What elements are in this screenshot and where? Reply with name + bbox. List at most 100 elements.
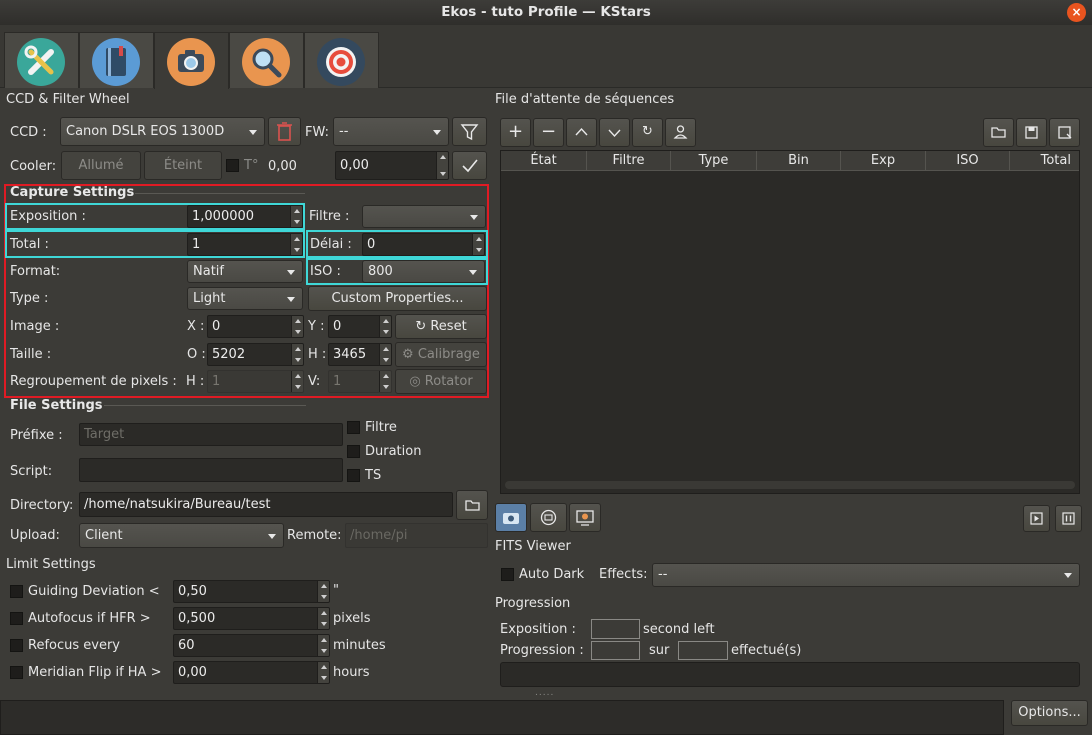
temperature-setpoint-input[interactable]: 0,00 [335, 151, 449, 180]
refocus-checkbox[interactable] [10, 639, 23, 652]
options-button[interactable]: Options... [1011, 700, 1088, 726]
timestamp-checkbox[interactable] [347, 469, 360, 482]
play-icon [1030, 512, 1043, 525]
autofocus-hfr-input[interactable]: 0,500 [173, 607, 330, 630]
filter-name-checkbox[interactable] [347, 421, 360, 434]
total-label: Total : [10, 237, 49, 252]
iso-select[interactable]: 800 [362, 260, 485, 283]
meridian-flip-checkbox[interactable] [10, 666, 23, 679]
duration-checkbox[interactable] [347, 445, 360, 458]
capture-settings-title: Capture Settings [10, 185, 135, 200]
script-input[interactable] [79, 458, 343, 482]
bin-h-label: H : [186, 374, 205, 389]
upload-label: Upload: [10, 528, 60, 543]
start-sequence-button[interactable] [1023, 505, 1050, 532]
folder-icon [465, 500, 480, 511]
add-job-button[interactable]: + [500, 118, 531, 147]
rotator-button[interactable]: ◎ Rotator [395, 369, 487, 394]
preview-view-button[interactable] [495, 503, 527, 532]
x-input[interactable]: 0 [207, 315, 304, 338]
sequence-queue-table[interactable]: État Filtre Type Bin Exp ISO Total [500, 150, 1080, 494]
move-job-down-button[interactable] [599, 118, 630, 147]
video-loop-icon [540, 509, 557, 526]
bin-h-input[interactable]: 1 [207, 370, 304, 393]
column-exposure[interactable]: Exp [841, 151, 926, 171]
progress-bar [500, 662, 1080, 687]
capture-settings-separator [135, 193, 305, 194]
target-icon [317, 38, 365, 86]
upload-select[interactable]: Client [79, 523, 284, 548]
tab-scheduler[interactable] [79, 32, 154, 88]
effects-select[interactable]: -- [652, 563, 1080, 587]
height-input[interactable]: 3465 [328, 343, 392, 366]
refocus-input[interactable]: 60 [173, 634, 330, 657]
save-sequence-button[interactable] [1016, 118, 1047, 147]
meridian-flip-input[interactable]: 0,00 [173, 661, 330, 684]
temperature-checkbox[interactable] [226, 159, 239, 172]
delay-input[interactable]: 0 [362, 233, 485, 256]
horizontal-scrollbar[interactable] [505, 481, 1075, 489]
autofocus-hfr-unit: pixels [333, 611, 371, 626]
frame-type-select[interactable]: Light [187, 287, 303, 310]
column-type[interactable]: Type [671, 151, 757, 171]
filter-settings-button[interactable] [452, 117, 487, 146]
guiding-deviation-checkbox[interactable] [10, 585, 23, 598]
move-job-up-button[interactable] [566, 118, 597, 147]
remote-viewer-button[interactable] [569, 503, 601, 532]
bin-v-label: V: [308, 374, 321, 389]
reset-jobs-button[interactable]: ↻ [632, 118, 663, 147]
total-input[interactable]: 1 [187, 233, 303, 256]
browse-directory-button[interactable] [456, 490, 488, 520]
delete-ccd-button[interactable] [268, 117, 301, 146]
progress-label: Progression : [500, 643, 584, 658]
save-sequence-as-button[interactable] [1049, 118, 1080, 147]
width-label: O : [187, 347, 206, 362]
sequence-queue-title: File d'attente de séquences [495, 92, 675, 107]
tab-guide[interactable] [304, 32, 379, 88]
observer-button[interactable] [665, 118, 696, 147]
tab-capture[interactable] [154, 32, 229, 89]
ccd-select[interactable]: Canon DSLR EOS 1300D [60, 117, 265, 146]
auto-dark-checkbox[interactable] [501, 568, 514, 581]
column-filter[interactable]: Filtre [587, 151, 671, 171]
guiding-deviation-input[interactable]: 0,50 [173, 580, 330, 603]
fw-select[interactable]: -- [333, 117, 449, 146]
column-status[interactable]: État [501, 151, 587, 171]
tab-focus[interactable] [229, 32, 304, 88]
checkmark-icon [462, 159, 478, 173]
cooler-off-button[interactable]: Éteint [144, 151, 222, 180]
x-label: X : [187, 319, 205, 334]
total-frames-value [678, 641, 728, 660]
tab-setup[interactable] [4, 32, 79, 88]
close-window-button[interactable]: × [1067, 3, 1086, 22]
cooler-on-button[interactable]: Allumé [61, 151, 141, 180]
exposure-input[interactable]: 1,000000 [187, 205, 303, 228]
calibration-button[interactable]: ⚙ Calibrage [395, 342, 487, 367]
splitter-handle[interactable]: ..... [535, 688, 554, 698]
bin-v-input[interactable]: 1 [328, 370, 392, 393]
column-iso[interactable]: ISO [926, 151, 1010, 171]
prefix-input[interactable]: Target [79, 423, 343, 446]
prefix-label: Préfixe : [10, 428, 63, 443]
directory-input[interactable]: /home/natsukira/Bureau/test [79, 492, 453, 517]
pause-sequence-button[interactable] [1055, 505, 1082, 532]
remove-job-button[interactable]: − [533, 118, 564, 147]
autofocus-hfr-checkbox[interactable] [10, 612, 23, 625]
apply-temperature-button[interactable] [452, 151, 487, 180]
column-total[interactable]: Total [1010, 151, 1079, 171]
remote-directory-input[interactable]: /home/pi [345, 523, 488, 548]
filter-select[interactable] [362, 205, 486, 228]
open-sequence-button[interactable] [983, 118, 1014, 147]
size-label: Taille : [10, 347, 52, 362]
y-input[interactable]: 0 [328, 315, 392, 338]
refresh-icon: ↻ [642, 124, 653, 139]
duration-label: Duration [365, 444, 422, 459]
live-video-button[interactable] [530, 503, 567, 532]
reset-button[interactable]: ↻ Reset [395, 314, 487, 339]
custom-properties-button[interactable]: Custom Properties... [308, 286, 487, 311]
tools-icon [17, 38, 65, 86]
minus-icon: − [540, 121, 557, 142]
format-select[interactable]: Natif [187, 260, 303, 283]
column-bin[interactable]: Bin [757, 151, 841, 171]
width-input[interactable]: 5202 [207, 343, 304, 366]
